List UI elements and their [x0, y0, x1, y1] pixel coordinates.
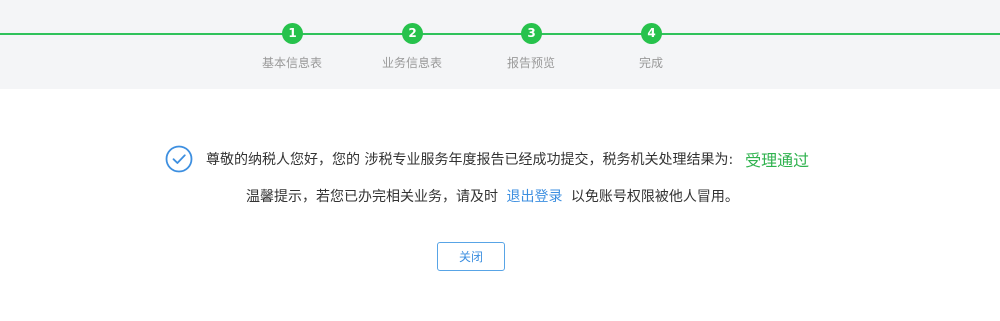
logout-link[interactable]: 退出登录: [506, 189, 562, 205]
step-complete: 4 完成: [591, 0, 711, 89]
step-report-preview: 3 报告预览: [471, 0, 591, 89]
step-basic-info: 1 基本信息表: [232, 0, 352, 89]
close-button[interactable]: 关闭: [437, 242, 505, 271]
result-message-row: 尊敬的纳税人您好，您的 涉税专业服务年度报告已经成功提交，税务机关处理结果为: …: [165, 144, 809, 174]
progress-stepper: 1 基本信息表 2 业务信息表 3 报告预览 4 完成: [0, 0, 1000, 89]
result-status: 受理通过: [745, 151, 810, 170]
check-circle-icon: [165, 145, 193, 173]
step-number-2: 2: [402, 23, 423, 44]
step-label-2: 业务信息表: [381, 56, 442, 70]
step-number-1: 1: [282, 23, 303, 44]
tip-suffix: 以免账号权限被他人冒用。: [570, 189, 739, 205]
result-message: 尊敬的纳税人您好，您的 涉税专业服务年度报告已经成功提交，税务机关处理结果为:: [206, 152, 734, 168]
step-business-info: 2 业务信息表: [352, 0, 472, 89]
step-number-4: 4: [641, 23, 662, 44]
tip-message: 温馨提示，若您已办完相关业务，请及时 退出登录 以免账号权限被他人冒用。: [246, 186, 739, 208]
step-label-4: 完成: [638, 56, 663, 70]
tip-prefix: 温馨提示，若您已办完相关业务，请及时: [246, 189, 498, 205]
result-panel: 尊敬的纳税人您好，您的 涉税专业服务年度报告已经成功提交，税务机关处理结果为: …: [0, 89, 1000, 321]
step-label-1: 基本信息表: [261, 56, 322, 70]
step-label-3: 报告预览: [506, 56, 555, 70]
step-number-3: 3: [521, 23, 542, 44]
